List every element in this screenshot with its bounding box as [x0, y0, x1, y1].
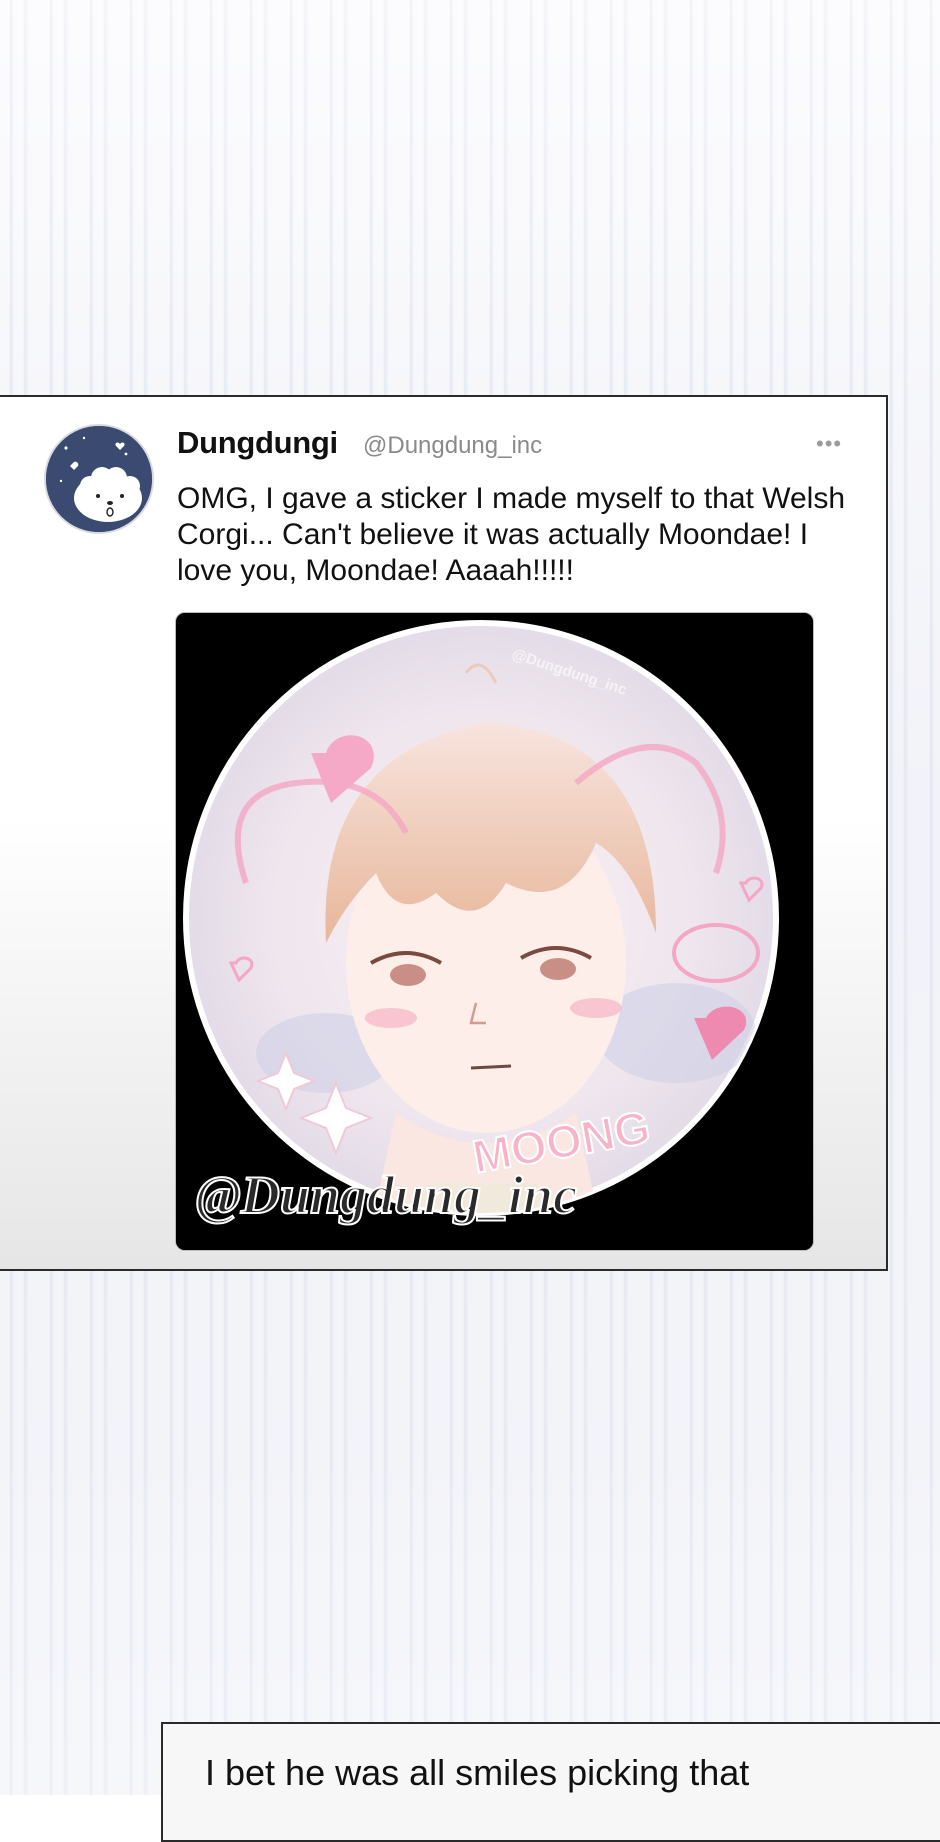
- more-options-icon[interactable]: •••: [816, 431, 842, 457]
- tweet-text: OMG, I gave a sticker I made myself to t…: [177, 482, 846, 587]
- sticker-illustration: @Dungdung_inc @Dungdung_inc MOONG: [176, 613, 813, 1250]
- narration-text: I bet he was all smiles picking that: [205, 1752, 750, 1793]
- avatar[interactable]: [44, 424, 154, 534]
- narration-box: I bet he was all smiles picking that: [161, 1722, 940, 1842]
- tweet-card[interactable]: Dungdungi @Dungdung_inc ••• OMG, I gave …: [0, 395, 888, 1271]
- user-handle[interactable]: @Dungdung_inc: [363, 432, 542, 460]
- display-name[interactable]: Dungdungi: [177, 425, 338, 461]
- tweet-photo[interactable]: @Dungdung_inc @Dungdung_inc MOONG: [175, 612, 814, 1251]
- avatar-image: [46, 426, 152, 532]
